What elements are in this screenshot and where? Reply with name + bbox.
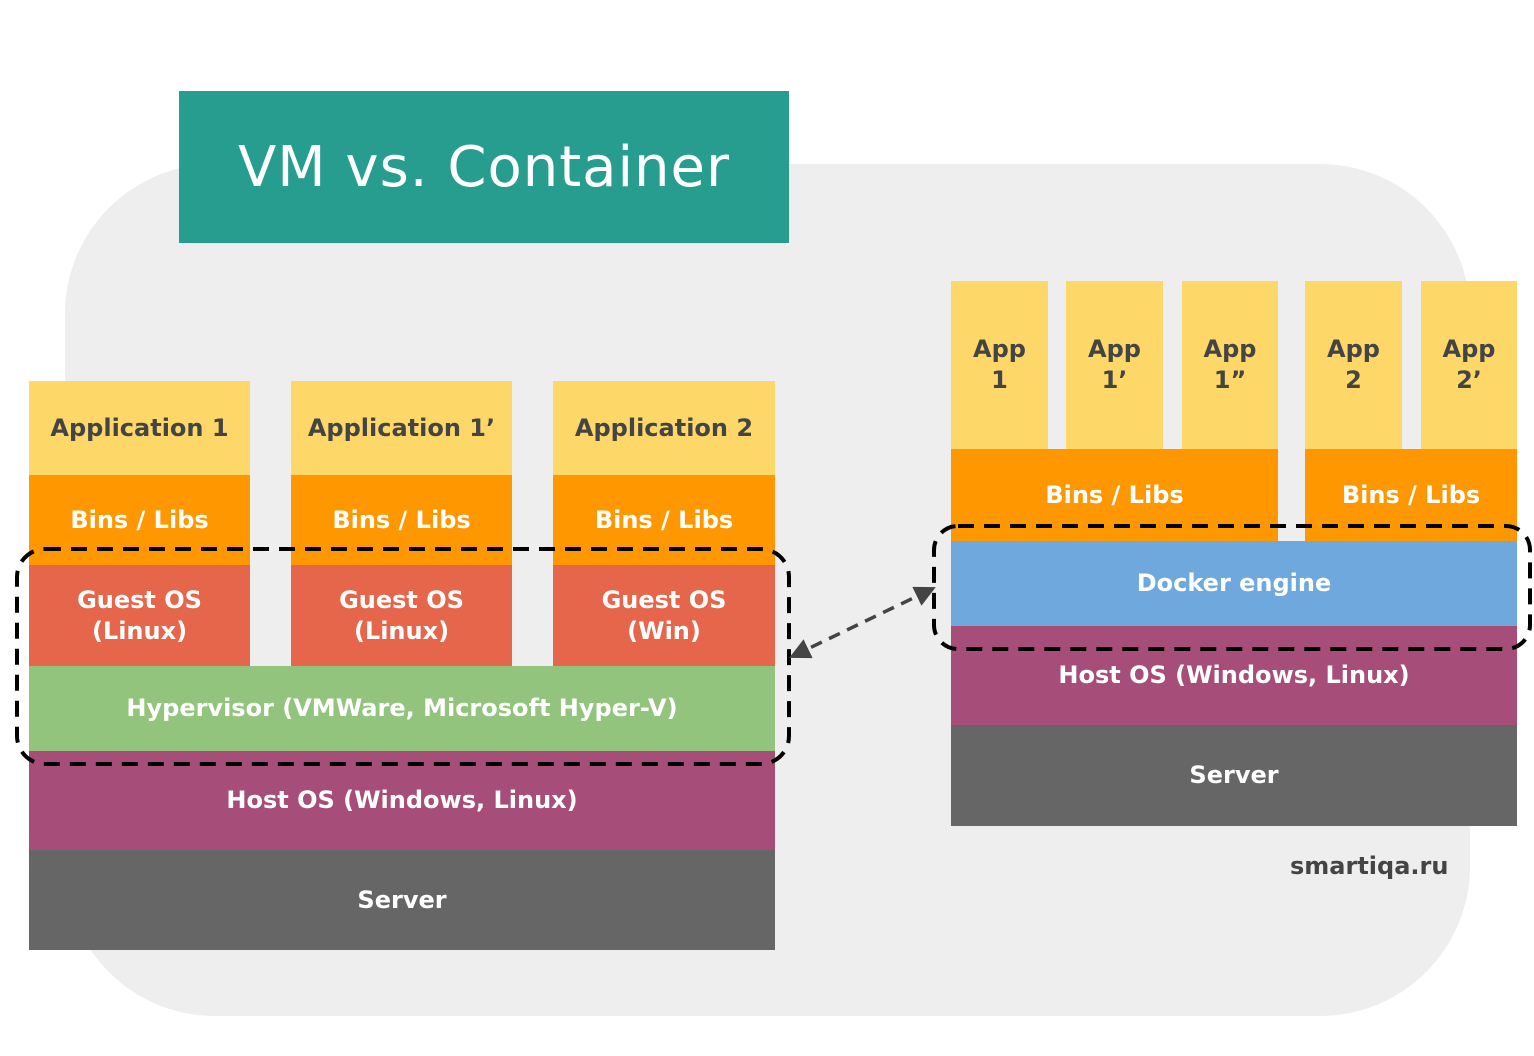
container-app-block: App 2	[1305, 281, 1402, 449]
watermark: smartiqa.ru	[1290, 852, 1449, 880]
vm-guest-os-block: Guest OS (Linux)	[291, 565, 512, 666]
container-server-block: Server	[951, 725, 1517, 826]
container-host-os-block: Host OS (Windows, Linux)	[951, 626, 1517, 725]
title-banner: VM vs. Container	[179, 91, 789, 243]
container-app-block: App 1”	[1182, 281, 1278, 449]
diagram-title: VM vs. Container	[238, 134, 730, 200]
container-app-block: App 1	[951, 281, 1048, 449]
vm-bins-libs-block: Bins / Libs	[553, 475, 775, 565]
vm-bins-libs-block: Bins / Libs	[29, 475, 250, 565]
container-bins-libs-block: Bins / Libs	[951, 449, 1278, 541]
vm-application-block: Application 1	[29, 381, 250, 475]
docker-engine-block: Docker engine	[951, 541, 1517, 626]
vm-hypervisor-block: Hypervisor (VMWare, Microsoft Hyper-V)	[29, 666, 775, 751]
vm-host-os-block: Host OS (Windows, Linux)	[29, 751, 775, 850]
container-bins-libs-block: Bins / Libs	[1305, 449, 1517, 541]
vm-guest-os-block: Guest OS (Win)	[553, 565, 775, 666]
vm-application-block: Application 1’	[291, 381, 512, 475]
vm-server-block: Server	[29, 850, 775, 950]
container-app-block: App 1’	[1066, 281, 1163, 449]
vm-guest-os-block: Guest OS (Linux)	[29, 565, 250, 666]
vm-bins-libs-block: Bins / Libs	[291, 475, 512, 565]
container-app-block: App 2’	[1421, 281, 1517, 449]
vm-application-block: Application 2	[553, 381, 775, 475]
